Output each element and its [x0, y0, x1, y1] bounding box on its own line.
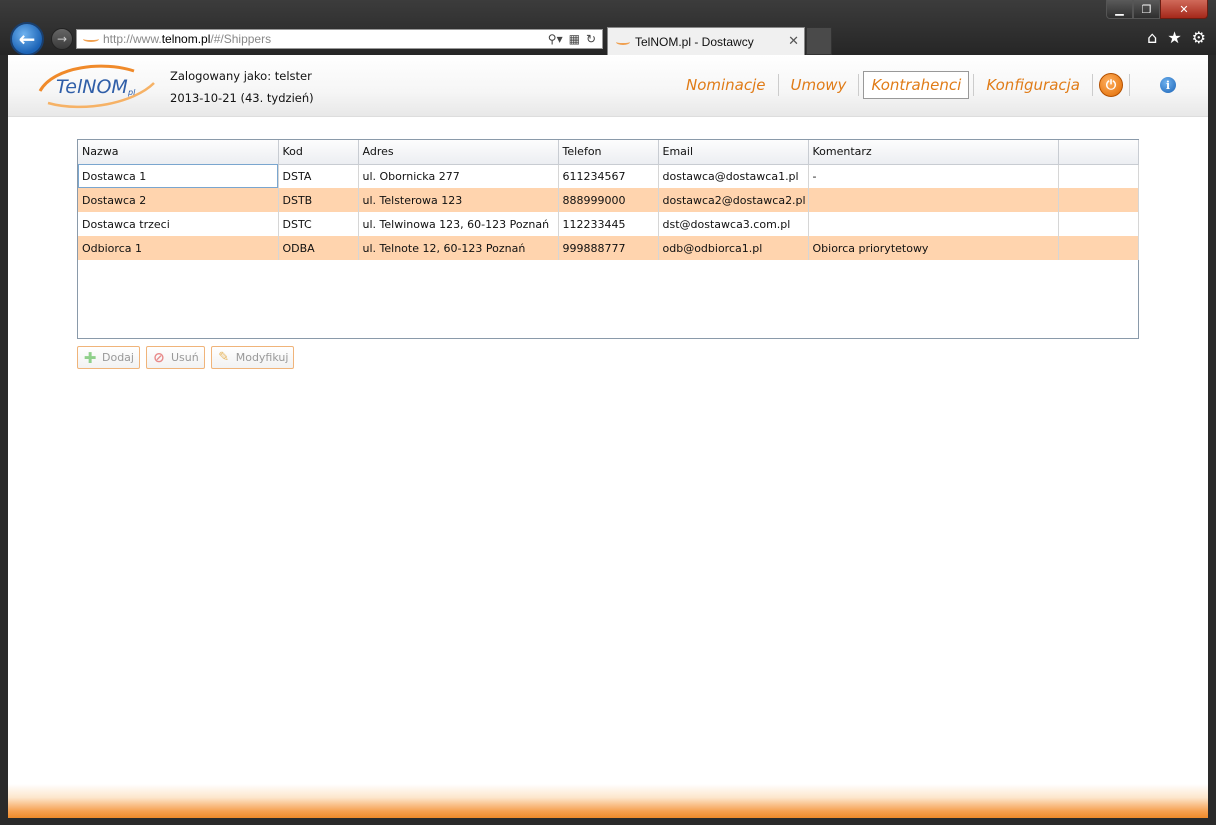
refresh-icon[interactable]: ↻ — [586, 32, 596, 46]
browser-toolbar-icons: ⌂ ★ ⚙ — [1147, 28, 1206, 47]
cell-filler — [1058, 188, 1139, 212]
column-header-kod[interactable]: Kod — [278, 140, 359, 165]
cell-email[interactable]: dostawca2@dostawca2.pl — [658, 188, 809, 212]
close-window-button[interactable]: ✕ — [1160, 0, 1208, 19]
nav-divider — [777, 74, 779, 96]
cell-email[interactable]: dst@dostawca3.com.pl — [658, 212, 809, 236]
delete-button[interactable]: ⊘ Usuń — [145, 346, 205, 369]
tab-close-icon[interactable]: ✕ — [788, 33, 799, 49]
svg-text:pl: pl — [127, 88, 136, 97]
info-icon[interactable]: i — [1160, 77, 1176, 93]
column-header-adres[interactable]: Adres — [358, 140, 559, 165]
cell-telefon[interactable]: 999888777 — [558, 236, 659, 260]
forward-arrow-icon: → — [56, 32, 68, 46]
back-button[interactable]: ← — [10, 22, 44, 56]
logout-power-icon[interactable]: ⏻ — [1099, 73, 1123, 97]
modify-button-label: Modyfikuj — [235, 351, 289, 364]
date-label: 2013-10-21 (43. tydzień) — [170, 91, 314, 105]
add-button[interactable]: ✚ Dodaj — [77, 346, 140, 369]
modify-button[interactable]: ✎ Modyfikuj — [210, 346, 295, 369]
cell-adres[interactable]: ul. Telnote 12, 60-123 Poznań — [358, 236, 559, 260]
cell-adres[interactable]: ul. Obornicka 277 — [358, 164, 559, 188]
nav-divider — [858, 74, 860, 96]
contractors-grid: Nazwa Kod Adres Telefon Email Komentarz … — [77, 139, 1139, 339]
tab-favicon-icon — [616, 39, 630, 45]
pencil-icon: ✎ — [218, 350, 230, 365]
cell-email[interactable]: odb@odbiorca1.pl — [658, 236, 809, 260]
table-row[interactable]: Dostawca trzeci DSTC ul. Telwinowa 123, … — [78, 212, 1139, 236]
address-bar[interactable]: http://www. telnom.pl/#/Shippers ⚲▾ ▦ ↻ — [76, 29, 603, 49]
tab-active[interactable]: TelNOM.pl - Dostawcy ✕ — [607, 27, 805, 55]
grid-header-row: Nazwa Kod Adres Telefon Email Komentarz — [78, 140, 1139, 165]
cell-adres[interactable]: ul. Telwinowa 123, 60-123 Poznań — [358, 212, 559, 236]
forbidden-icon: ⊘ — [153, 349, 165, 366]
plus-icon: ✚ — [83, 348, 97, 367]
add-button-label: Dodaj — [102, 351, 134, 364]
cell-nazwa[interactable]: Dostawca 1 — [78, 164, 279, 188]
favorites-star-icon[interactable]: ★ — [1167, 28, 1181, 47]
telnom-logo: TelNOM pl — [38, 64, 155, 109]
back-arrow-icon: ← — [18, 27, 36, 51]
cell-kod[interactable]: DSTA — [278, 164, 359, 188]
column-header-komentarz[interactable]: Komentarz — [808, 140, 1059, 165]
nav-divider — [1129, 74, 1130, 96]
cell-kod[interactable]: ODBA — [278, 236, 359, 260]
page-viewport: TelNOM pl Zalogowany jako: telster 2013-… — [8, 55, 1208, 818]
url-path: /#/Shippers — [210, 32, 272, 46]
url-prefix: http://www. — [103, 32, 162, 46]
nav-item-kontrahenci[interactable]: Kontrahenci — [863, 71, 970, 99]
cell-telefon[interactable]: 611234567 — [558, 164, 659, 188]
table-row[interactable]: Dostawca 1 DSTA ul. Obornicka 277 611234… — [78, 164, 1139, 188]
url-host: telnom.pl — [161, 32, 211, 46]
cell-nazwa[interactable]: Dostawca 2 — [78, 188, 279, 212]
nav-item-umowy[interactable]: Umowy — [783, 71, 855, 99]
column-header-telefon[interactable]: Telefon — [558, 140, 659, 165]
table-row[interactable]: Odbiorca 1 ODBA ul. Telnote 12, 60-123 P… — [78, 236, 1139, 260]
cell-komentarz[interactable]: - — [808, 164, 1059, 188]
address-tools: ⚲▾ ▦ ↻ — [548, 32, 596, 46]
cell-telefon[interactable]: 888999000 — [558, 188, 659, 212]
nav-divider — [973, 74, 975, 96]
home-icon[interactable]: ⌂ — [1147, 28, 1157, 47]
cell-komentarz[interactable] — [808, 212, 1059, 236]
nav-item-konfiguracja[interactable]: Konfiguracja — [978, 71, 1088, 99]
column-header-filler — [1058, 140, 1139, 165]
settings-gear-icon[interactable]: ⚙ — [1192, 28, 1206, 47]
maximize-button[interactable]: ❐ — [1133, 0, 1160, 19]
user-info: Zalogowany jako: telster 2013-10-21 (43.… — [170, 65, 314, 109]
cell-komentarz[interactable] — [808, 188, 1059, 212]
forward-button[interactable]: → — [51, 28, 73, 50]
cell-kod[interactable]: DSTB — [278, 188, 359, 212]
browser-chrome: ▁ ❐ ✕ ← → http://www. telnom.pl/#/Shipper… — [0, 0, 1216, 56]
tab-title: TelNOM.pl - Dostawcy — [635, 34, 754, 49]
column-header-email[interactable]: Email — [658, 140, 809, 165]
cell-adres[interactable]: ul. Telsterowa 123 — [358, 188, 559, 212]
cell-filler — [1058, 236, 1139, 260]
footer-bar — [8, 784, 1208, 818]
logged-in-label: Zalogowany jako: telster — [170, 69, 312, 83]
site-favicon-icon — [83, 36, 99, 42]
cell-telefon[interactable]: 112233445 — [558, 212, 659, 236]
new-tab-button[interactable] — [806, 27, 832, 55]
cell-komentarz[interactable]: Obiorca priorytetowy — [808, 236, 1059, 260]
minimize-button[interactable]: ▁ — [1106, 0, 1133, 19]
compatibility-icon[interactable]: ▦ — [569, 32, 580, 46]
window-controls: ▁ ❐ ✕ — [1106, 0, 1208, 19]
table-row[interactable]: Dostawca 2 DSTB ul. Telsterowa 123 88899… — [78, 188, 1139, 212]
cell-filler — [1058, 164, 1139, 188]
nav-item-nominacje[interactable]: Nominacje — [678, 71, 774, 99]
cell-nazwa[interactable]: Dostawca trzeci — [78, 212, 279, 236]
cell-nazwa[interactable]: Odbiorca 1 — [78, 236, 279, 260]
app-header: TelNOM pl Zalogowany jako: telster 2013-… — [8, 55, 1208, 117]
column-header-nazwa[interactable]: Nazwa — [78, 140, 279, 165]
svg-text:TelNOM: TelNOM — [56, 76, 128, 98]
cell-filler — [1058, 212, 1139, 236]
cell-kod[interactable]: DSTC — [278, 212, 359, 236]
nav-divider — [1092, 74, 1093, 96]
delete-button-label: Usuń — [170, 351, 199, 364]
search-icon[interactable]: ⚲▾ — [548, 32, 563, 46]
main-nav: Nominacje Umowy Kontrahenci Konfiguracja… — [674, 71, 1208, 99]
cell-email[interactable]: dostawca@dostawca1.pl — [658, 164, 809, 188]
grid-actions: ✚ Dodaj ⊘ Usuń ✎ Modyfikuj — [77, 346, 295, 369]
